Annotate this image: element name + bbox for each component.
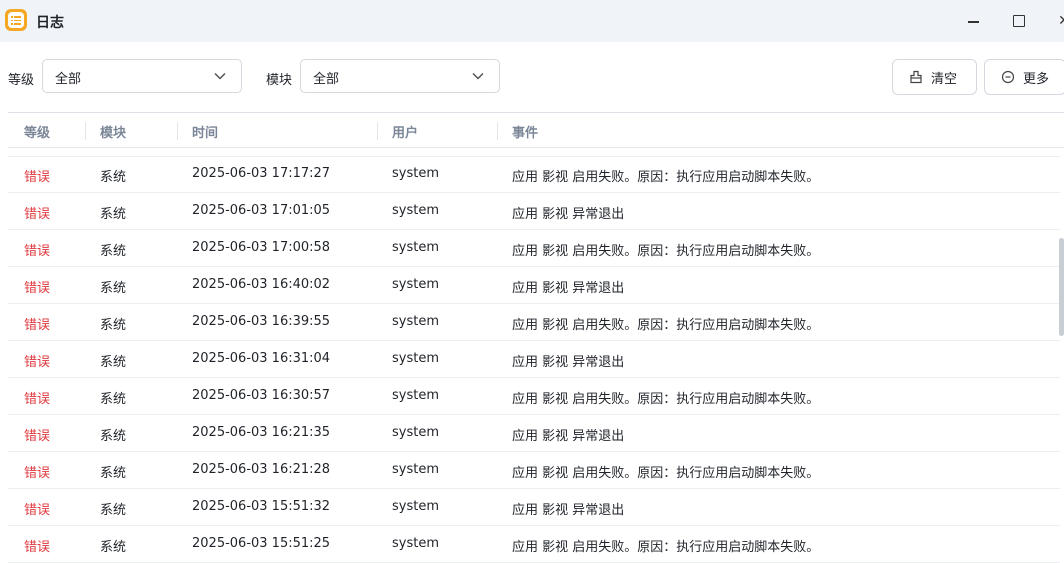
level-cell: 错误: [24, 318, 51, 333]
time-cell: 2025-06-03 17:01:05: [192, 203, 331, 218]
more-icon: [1001, 70, 1015, 84]
more-button[interactable]: 更多: [984, 59, 1064, 95]
event-cell: 应用 影视 启用失败。原因：执行应用启动脚本失败。: [512, 244, 820, 259]
table-row[interactable]: 错误 系统 2025-06-03 16:40:02 system 应用 影视 异…: [8, 267, 1060, 304]
level-cell: 错误: [24, 540, 51, 555]
module-cell: 系统: [100, 355, 127, 370]
event-cell: 应用 影视 异常退出: [512, 281, 625, 296]
table-row[interactable]: 错误 系统 2025-06-03 15:51:32 system 应用 影视 异…: [8, 489, 1060, 526]
module-cell: 系统: [100, 392, 127, 407]
level-filter-label: 等级: [8, 73, 35, 88]
clear-button[interactable]: 清空: [892, 59, 977, 95]
module-cell: 系统: [100, 207, 127, 222]
module-cell: 系统: [100, 281, 127, 296]
table-row[interactable]: 错误 系统 2025-06-03 16:31:04 system 应用 影视 异…: [8, 341, 1060, 378]
minimize-icon[interactable]: [964, 12, 982, 30]
module-cell: 系统: [100, 429, 127, 444]
module-cell: 系统: [100, 318, 127, 333]
user-cell: system: [392, 536, 439, 551]
event-cell: 应用 影视 异常退出: [512, 355, 625, 370]
level-cell: 错误: [24, 392, 51, 407]
user-cell: system: [392, 351, 439, 366]
more-button-label: 更多: [1023, 71, 1050, 87]
table-row[interactable]: 错误 系统 2025-06-03 16:21:35 system 应用 影视 异…: [8, 415, 1060, 452]
user-cell: system: [392, 425, 439, 440]
level-cell: 错误: [24, 429, 51, 444]
log-table-body: 错误 系统 2025-06-03 17:17:27 system 应用 影视 启…: [8, 156, 1060, 563]
module-cell: 系统: [100, 503, 127, 518]
module-cell: 系统: [100, 540, 127, 555]
time-cell: 2025-06-03 16:40:02: [192, 277, 331, 292]
level-select[interactable]: 全部: [42, 59, 242, 93]
user-cell: system: [392, 314, 439, 329]
module-select-value: 全部: [313, 72, 340, 87]
time-cell: 2025-06-03 16:31:04: [192, 351, 331, 366]
time-cell: 2025-06-03 16:30:57: [192, 388, 331, 403]
header-time[interactable]: 时间: [192, 122, 218, 141]
time-cell: 2025-06-03 17:17:27: [192, 166, 331, 181]
user-cell: system: [392, 203, 439, 218]
table-row[interactable]: 错误 系统 2025-06-03 16:39:55 system 应用 影视 启…: [8, 304, 1060, 341]
time-cell: 2025-06-03 16:21:28: [192, 462, 331, 477]
event-cell: 应用 影视 启用失败。原因：执行应用启动脚本失败。: [512, 540, 820, 555]
event-cell: 应用 影视 异常退出: [512, 503, 625, 518]
event-cell: 应用 影视 异常退出: [512, 429, 625, 444]
module-cell: 系统: [100, 170, 127, 185]
module-cell: 系统: [100, 244, 127, 259]
user-cell: system: [392, 277, 439, 292]
user-cell: system: [392, 240, 439, 255]
clear-button-label: 清空: [931, 71, 958, 87]
level-cell: 错误: [24, 244, 51, 259]
title-bar: 日志 ✕: [0, 0, 1064, 42]
chevron-down-icon: [214, 72, 226, 80]
header-module[interactable]: 模块: [100, 122, 126, 141]
level-cell: 错误: [24, 281, 51, 296]
level-cell: 错误: [24, 466, 51, 481]
user-cell: system: [392, 462, 439, 477]
level-cell: 错误: [24, 207, 51, 222]
time-cell: 2025-06-03 16:21:35: [192, 425, 331, 440]
header-level[interactable]: 等级: [24, 122, 50, 141]
event-cell: 应用 影视 启用失败。原因：执行应用启动脚本失败。: [512, 392, 820, 407]
vertical-scrollbar[interactable]: [1059, 238, 1064, 336]
time-cell: 2025-06-03 17:00:58: [192, 240, 331, 255]
table-header: 等级 模块 时间 用户 事件: [8, 112, 1064, 148]
level-cell: 错误: [24, 355, 51, 370]
level-select-value: 全部: [55, 72, 82, 87]
module-cell: 系统: [100, 466, 127, 481]
table-row[interactable]: 错误 系统 2025-06-03 16:30:57 system 应用 影视 启…: [8, 378, 1060, 415]
time-cell: 2025-06-03 15:51:32: [192, 499, 331, 514]
table-row[interactable]: 错误 系统 2025-06-03 17:17:27 system 应用 影视 启…: [8, 156, 1060, 193]
level-cell: 错误: [24, 503, 51, 518]
header-user[interactable]: 用户: [392, 122, 418, 141]
table-row[interactable]: 错误 系统 2025-06-03 16:21:28 system 应用 影视 启…: [8, 452, 1060, 489]
user-cell: system: [392, 499, 439, 514]
user-cell: system: [392, 166, 439, 181]
chevron-down-icon: [472, 72, 484, 80]
table-row[interactable]: 错误 系统 2025-06-03 15:51:25 system 应用 影视 启…: [8, 526, 1060, 563]
window-title: 日志: [36, 15, 64, 31]
header-event[interactable]: 事件: [512, 122, 538, 141]
user-cell: system: [392, 388, 439, 403]
event-cell: 应用 影视 启用失败。原因：执行应用启动脚本失败。: [512, 466, 820, 481]
module-filter-label: 模块: [266, 73, 293, 88]
table-row[interactable]: 错误 系统 2025-06-03 17:00:58 system 应用 影视 启…: [8, 230, 1060, 267]
log-app-icon: [5, 9, 27, 31]
time-cell: 2025-06-03 16:39:55: [192, 314, 331, 329]
event-cell: 应用 影视 启用失败。原因：执行应用启动脚本失败。: [512, 170, 820, 185]
broom-icon: [910, 70, 922, 84]
module-select[interactable]: 全部: [300, 59, 500, 93]
event-cell: 应用 影视 启用失败。原因：执行应用启动脚本失败。: [512, 318, 820, 333]
maximize-icon[interactable]: [1010, 12, 1028, 30]
table-row[interactable]: 错误 系统 2025-06-03 17:01:05 system 应用 影视 异…: [8, 193, 1060, 230]
level-cell: 错误: [24, 170, 51, 185]
event-cell: 应用 影视 异常退出: [512, 207, 625, 222]
close-icon[interactable]: ✕: [1055, 12, 1064, 30]
time-cell: 2025-06-03 15:51:25: [192, 536, 331, 551]
